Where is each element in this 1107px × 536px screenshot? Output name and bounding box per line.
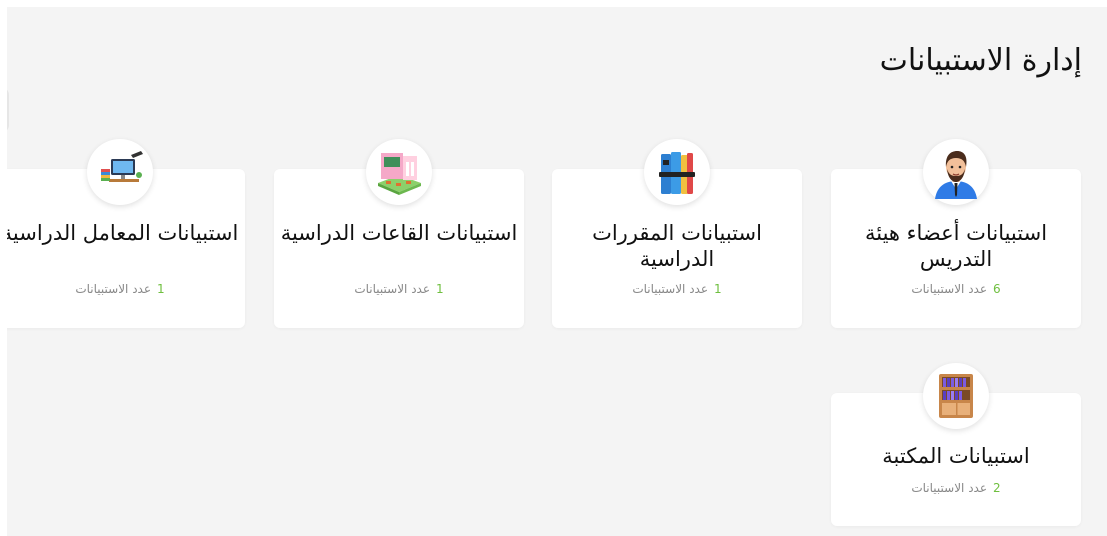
survey-count: 6 عدد الاستبيانات <box>831 282 1081 296</box>
survey-count-value: 1 <box>714 282 722 296</box>
card-title: استبيانات القاعات الدراسية <box>280 221 518 245</box>
survey-count-value: 2 <box>993 481 1001 495</box>
survey-count-label: عدد الاستبيانات <box>75 282 152 296</box>
survey-count-label: عدد الاستبيانات <box>911 282 988 296</box>
card-title: استبيانات أعضاء هيئة التدريس <box>864 221 1048 271</box>
survey-count-value: 1 <box>436 282 444 296</box>
books-icon <box>644 139 710 205</box>
survey-count: 1 عدد الاستبيانات <box>552 282 802 296</box>
lab-computer-icon <box>87 139 153 205</box>
survey-card-courses[interactable]: استبيانات المقررات الدراسية 1 عدد الاستبي… <box>552 139 802 328</box>
card-title: استبيانات المعامل الدراسية <box>7 221 239 245</box>
survey-count: 2 عدد الاستبيانات <box>831 481 1081 495</box>
survey-count-value: 1 <box>157 282 165 296</box>
survey-count-value: 6 <box>993 282 1001 296</box>
classroom-icon <box>366 139 432 205</box>
teacher-avatar-icon <box>923 139 989 205</box>
survey-count: 1 عدد الاستبيانات <box>274 282 524 296</box>
survey-card-faculty[interactable]: استبيانات أعضاء هيئة التدريس 6 عدد الاستب… <box>831 139 1081 328</box>
bookshelf-icon <box>923 363 989 429</box>
survey-count: 1 عدد الاستبيانات <box>7 282 245 296</box>
survey-card-classrooms[interactable]: استبيانات القاعات الدراسية 1 عدد الاستبيا… <box>274 139 524 328</box>
card-title: استبيانات المقررات الدراسية <box>592 221 762 271</box>
survey-count-label: عدد الاستبيانات <box>911 481 988 495</box>
survey-count-label: عدد الاستبيانات <box>632 282 709 296</box>
main-content: إدارة الاستبيانات استبيانات أعضاء هيئة ا… <box>7 7 1107 536</box>
survey-card-labs[interactable]: استبيانات المعامل الدراسية 1 عدد الاستبيا… <box>7 139 245 328</box>
page-title: إدارة الاستبيانات <box>879 43 1082 78</box>
card-title: استبيانات المكتبة <box>882 444 1030 468</box>
survey-count-label: عدد الاستبيانات <box>354 282 431 296</box>
sidebar-edge-tab[interactable] <box>7 87 9 133</box>
survey-card-library[interactable]: استبيانات المكتبة 2 عدد الاستبيانات <box>831 363 1081 526</box>
